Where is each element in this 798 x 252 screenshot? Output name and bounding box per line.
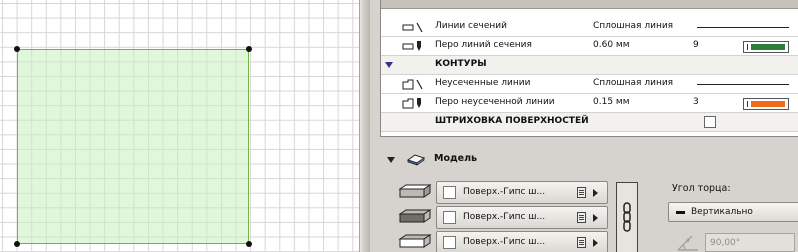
edge-angle-dropdown[interactable]: Вертикально xyxy=(668,202,798,222)
pen-weight-value: 0.60 мм xyxy=(593,40,630,50)
row-label: Перо линий сечения xyxy=(435,40,532,50)
group-contours[interactable]: КОНТУРЫ xyxy=(381,56,798,75)
arrow-right-icon[interactable] xyxy=(593,239,598,247)
row-section-pen[interactable]: Перо линий сечения 0.60 мм 9 xyxy=(381,37,798,56)
surface-selector[interactable]: Поверх.-Гипс ш... xyxy=(436,206,608,229)
top-surface-icon xyxy=(398,184,432,198)
group-title: КОНТУРЫ xyxy=(435,59,487,69)
line-type-value[interactable]: Сплошная линия xyxy=(593,78,673,88)
model-icon xyxy=(406,154,426,166)
pen-number[interactable]: 3 xyxy=(693,97,699,107)
floor-plan-canvas[interactable] xyxy=(0,0,359,252)
link-surfaces-toggle[interactable] xyxy=(616,182,638,252)
surface-selector[interactable]: Поверх.-Гипс ш... xyxy=(436,231,608,252)
override-checkbox[interactable] xyxy=(443,236,456,249)
pen-color-swatch[interactable] xyxy=(743,98,789,110)
slab-corner-node[interactable] xyxy=(246,241,252,247)
collapse-triangle-icon[interactable] xyxy=(385,62,393,68)
surface-label: Поверх.-Гипс ш... xyxy=(463,212,546,222)
row-section-lines[interactable]: Линии сечений Сплошная линия xyxy=(381,18,798,37)
override-checkbox[interactable] xyxy=(443,186,456,199)
pen-weight-value: 0.15 мм xyxy=(593,97,630,107)
settings-list: Линии сечений Сплошная линия Перо линий … xyxy=(380,0,798,137)
line-sample xyxy=(697,84,789,85)
edge-angle-group: Угол торца: Вертикально α 90,00° xyxy=(662,173,798,252)
splitter[interactable] xyxy=(359,0,370,252)
slab-corner-node[interactable] xyxy=(246,46,252,52)
row-uncut-lines[interactable]: Неусеченные линии Сплошная линия xyxy=(381,75,798,94)
slab-corner-node[interactable] xyxy=(14,241,20,247)
uncut-line-icon xyxy=(402,79,423,90)
document-icon[interactable] xyxy=(577,212,586,223)
arrow-right-icon[interactable] xyxy=(593,189,598,197)
surface-label: Поверх.-Гипс ш... xyxy=(463,237,546,247)
pen-number[interactable]: 9 xyxy=(693,40,699,50)
edge-angle-value: Вертикально xyxy=(691,207,753,217)
pen-color-swatch[interactable] xyxy=(743,41,789,53)
section-line-icon xyxy=(402,22,423,33)
slab-corner-node[interactable] xyxy=(14,46,20,52)
section-title: Модель xyxy=(434,153,478,164)
document-icon[interactable] xyxy=(577,187,586,198)
row-label: Линии сечений xyxy=(435,21,507,31)
override-checkbox[interactable] xyxy=(443,211,456,224)
model-section-header[interactable]: Модель xyxy=(370,149,798,169)
collapse-triangle-icon[interactable] xyxy=(387,157,395,163)
edge-angle-label: Угол торца: xyxy=(672,183,731,194)
row-label: Перо неусеченной линии xyxy=(435,97,555,107)
vertical-edge-icon xyxy=(676,211,685,214)
settings-panel: Линии сечений Сплошная линия Перо линий … xyxy=(370,0,798,252)
line-type-value[interactable]: Сплошная линия xyxy=(593,21,673,31)
group-title: ШТРИХОВКА ПОВЕРХНОСТЕЙ xyxy=(435,116,589,126)
surface-selector[interactable]: Поверх.-Гипс ш... xyxy=(436,181,608,204)
edge-angle-degrees-field[interactable]: 90,00° xyxy=(705,233,795,252)
row-uncut-pen[interactable]: Перо неусеченной линии 0.15 мм 3 xyxy=(381,94,798,113)
group-surface-hatching[interactable]: ШТРИХОВКА ПОВЕРХНОСТЕЙ xyxy=(381,113,798,132)
surface-label: Поверх.-Гипс ш... xyxy=(463,187,546,197)
hatching-checkbox[interactable] xyxy=(704,116,716,128)
pen-icon xyxy=(402,41,421,51)
slab-element[interactable] xyxy=(17,49,249,244)
svg-text:α: α xyxy=(686,237,690,244)
chain-icon xyxy=(623,202,631,232)
row-label: Неусеченные линии xyxy=(435,78,531,88)
side-surface-icon xyxy=(398,209,432,223)
document-icon[interactable] xyxy=(577,237,586,248)
line-sample xyxy=(697,27,789,28)
angle-icon: α xyxy=(677,235,698,251)
pen-icon xyxy=(402,98,421,109)
list-header-strip xyxy=(381,0,798,9)
arrow-right-icon[interactable] xyxy=(593,214,598,222)
bottom-surface-icon xyxy=(398,234,432,248)
